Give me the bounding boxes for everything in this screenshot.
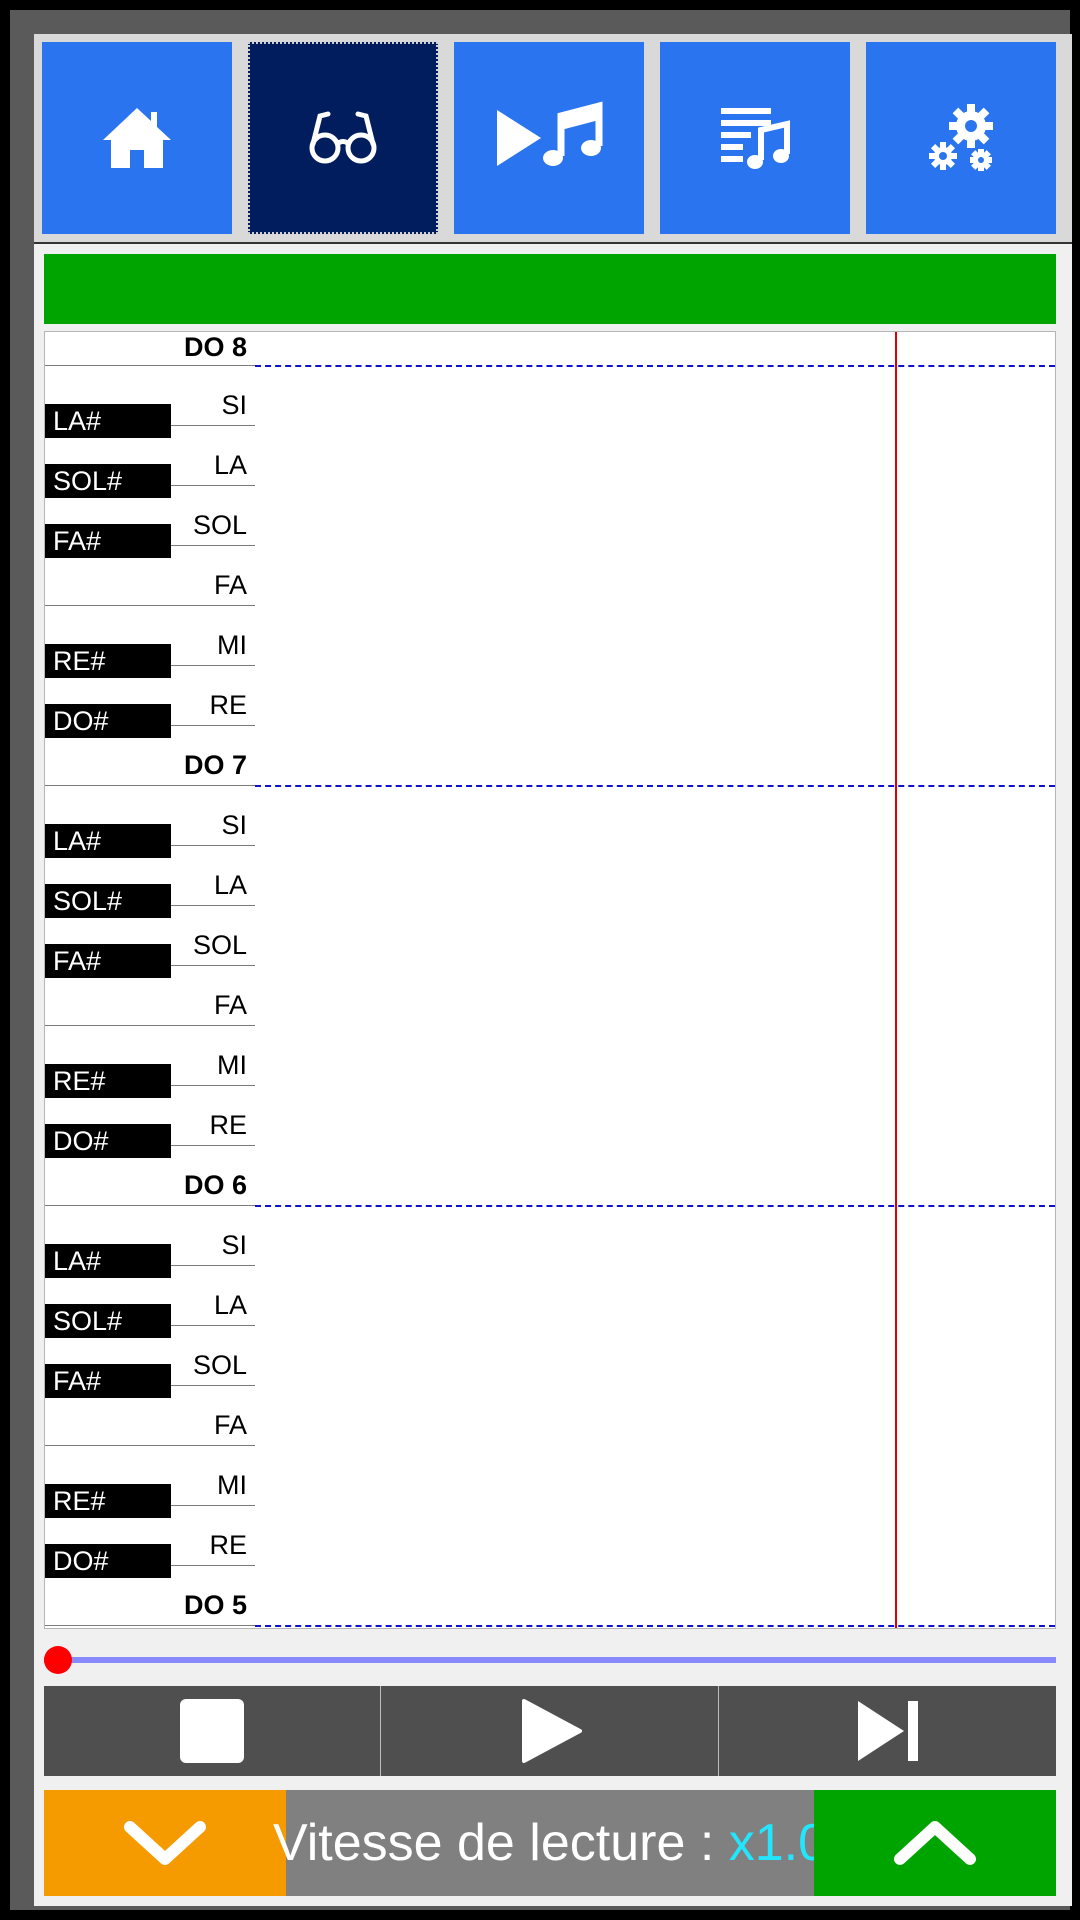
play-button[interactable] (381, 1686, 718, 1776)
octave-divider (255, 785, 1055, 787)
nav-view-button[interactable] (248, 42, 438, 234)
speed-down-button[interactable] (44, 1790, 286, 1896)
play-music-icon (497, 101, 603, 166)
black-key[interactable]: DO# (45, 1544, 171, 1578)
glasses-icon (309, 111, 377, 164)
black-key[interactable]: DO# (45, 1124, 171, 1158)
speed-label: Vitesse de lecture : (272, 1814, 729, 1872)
play-icon (521, 1699, 582, 1763)
octave-divider (255, 1205, 1055, 1207)
white-key-label: SI (221, 390, 247, 420)
playhead-line (895, 332, 897, 1628)
black-key[interactable]: LA# (45, 404, 171, 438)
octave-divider (255, 365, 1055, 367)
black-key[interactable]: RE# (45, 1484, 171, 1518)
app-area: DO 8 SI LA SOL FA MI RE DO 7 LA# SOL# FA# RE# DO# SI L… (34, 34, 1072, 1906)
window-frame: DO 8 SI LA SOL FA MI RE DO 7 LA# SOL# FA# RE# DO# SI L… (10, 10, 1072, 1910)
octave-label: DO 5 (183, 1590, 247, 1620)
progress-slider[interactable] (44, 1646, 1056, 1676)
white-key-label: RE (209, 1110, 247, 1140)
white-key-label: SOL (192, 930, 247, 960)
black-key[interactable]: FA# (45, 1364, 171, 1398)
white-key-label: SI (221, 1230, 247, 1260)
white-key-label: MI (217, 630, 247, 660)
white-key-label: LA (213, 1290, 247, 1320)
slider-track[interactable] (44, 1657, 1056, 1663)
stop-icon (180, 1699, 244, 1763)
black-key[interactable]: SOL# (45, 884, 171, 918)
stop-button[interactable] (44, 1686, 380, 1776)
chevron-down-icon (124, 1821, 206, 1865)
black-key[interactable]: DO# (45, 704, 171, 738)
nav-settings-button[interactable] (866, 42, 1056, 234)
nav-home-button[interactable] (42, 42, 232, 234)
top-nav (34, 34, 1072, 244)
speed-up-button[interactable] (814, 1790, 1056, 1896)
black-key[interactable]: FA# (45, 944, 171, 978)
speed-value: x1.0 (728, 1814, 828, 1872)
black-key[interactable]: SOL# (45, 464, 171, 498)
playlist-icon (721, 108, 790, 169)
white-key-label: RE (209, 690, 247, 720)
white-key[interactable] (45, 332, 255, 366)
white-key-label: FA (213, 1410, 247, 1440)
speed-control: Vitesse de lecture : x1.0 (44, 1790, 1056, 1896)
skip-next-icon (857, 1701, 918, 1761)
nav-playlist-button[interactable] (660, 42, 850, 234)
white-key-label: RE (209, 1530, 247, 1560)
black-key[interactable]: SOL# (45, 1304, 171, 1338)
transport-bar (44, 1686, 1056, 1776)
white-key-label: MI (217, 1050, 247, 1080)
speed-display: Vitesse de lecture : x1.0 (273, 1790, 827, 1896)
octave-label: DO 6 (183, 1170, 247, 1200)
black-key[interactable]: RE# (45, 1064, 171, 1098)
white-key-label: SOL (192, 1350, 247, 1380)
black-key[interactable]: LA# (45, 824, 171, 858)
nav-play-music-button[interactable] (454, 42, 644, 234)
white-key-label: SI (221, 810, 247, 840)
black-key[interactable]: FA# (45, 524, 171, 558)
piano-keyboard: DO 8 SI LA SOL FA MI RE DO 7 LA# SOL# FA# RE# DO# SI L… (45, 332, 255, 1628)
slider-thumb[interactable] (44, 1646, 72, 1674)
white-key-label: LA (213, 870, 247, 900)
status-bar (44, 254, 1056, 324)
white-key-label: FA (213, 570, 247, 600)
skip-next-button[interactable] (719, 1686, 1056, 1776)
black-key[interactable]: LA# (45, 1244, 171, 1278)
white-key-label: FA (213, 990, 247, 1020)
black-key[interactable]: RE# (45, 644, 171, 678)
home-icon (103, 108, 171, 168)
octave-divider (255, 1625, 1055, 1627)
white-key-label: SOL (192, 510, 247, 540)
chevron-up-icon (894, 1821, 976, 1865)
octave-label: DO 7 (183, 750, 247, 780)
white-key-label: MI (217, 1470, 247, 1500)
gears-icon (929, 104, 993, 171)
piano-roll: DO 8 SI LA SOL FA MI RE DO 7 LA# SOL# FA# RE# DO# SI L… (44, 331, 1056, 1629)
white-key-label: LA (213, 450, 247, 480)
